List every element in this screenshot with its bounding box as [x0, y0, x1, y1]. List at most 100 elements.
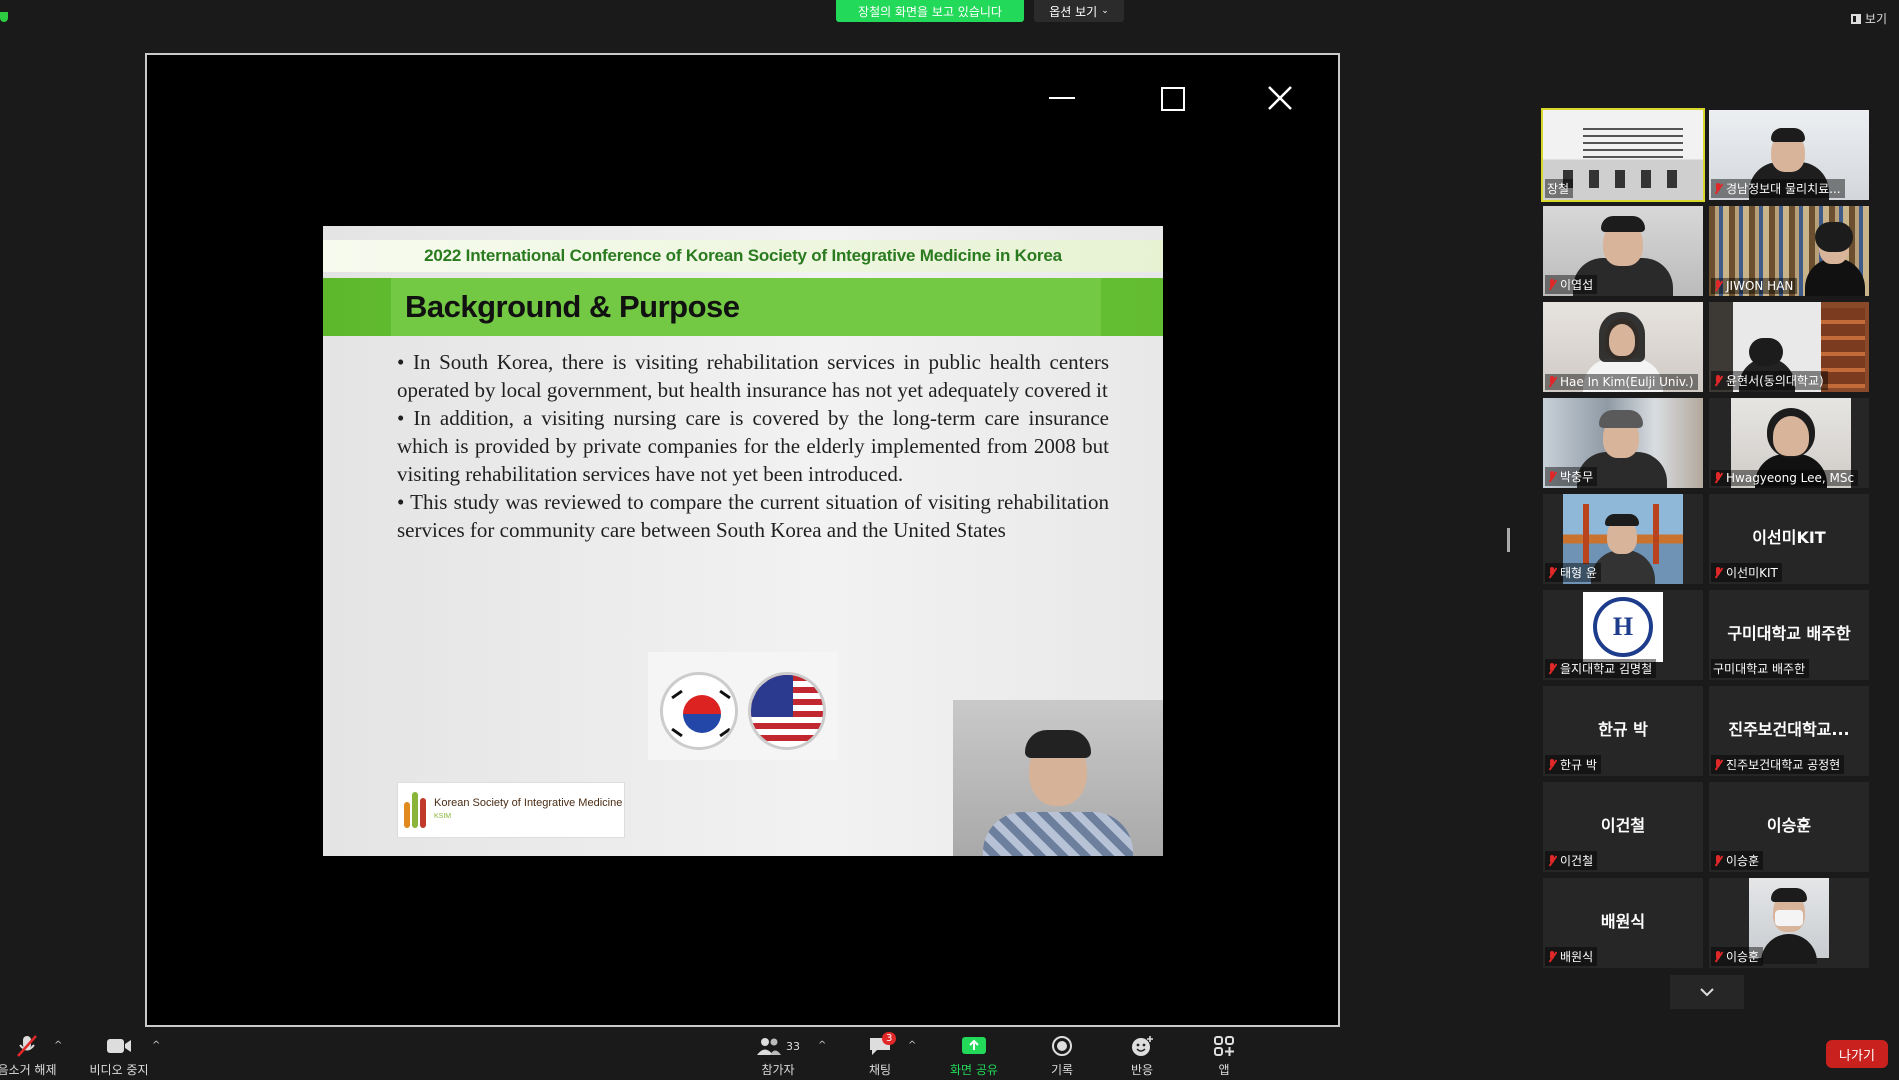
participant-display-name: 배원식	[1600, 912, 1646, 931]
view-button[interactable]: 보기	[1850, 10, 1887, 27]
share-screen-label: 화면 공유	[950, 1063, 998, 1077]
participant-tile[interactable]: 이선미KIT 이선미KIT	[1709, 494, 1869, 584]
participant-name: 경남정보대 물리치료...	[1726, 182, 1841, 196]
record-label: 기록	[1050, 1063, 1074, 1077]
mic-muted-icon	[1547, 854, 1557, 867]
meeting-toolbar: 음소거 해제 ^ 비디오 중지 ^ 33 참가자 ^ 3 채팅 ^ 화면 공유 …	[0, 1030, 1899, 1080]
view-options-label: 옵션 보기	[1049, 4, 1098, 19]
viewing-screen-banner: 장철의 화면을 보고 있습니다	[836, 0, 1024, 22]
participant-tile[interactable]: 박충무	[1543, 398, 1703, 488]
record-icon	[1052, 1036, 1072, 1056]
participant-tile[interactable]: 한규 박 한규 박	[1543, 686, 1703, 776]
mic-muted-icon	[1547, 278, 1557, 291]
participant-name: Hwagyeong Lee, MSc	[1726, 471, 1855, 485]
mic-muted-icon	[1713, 280, 1723, 292]
conference-title: 2022 International Conference of Korean …	[323, 240, 1163, 272]
mic-muted-icon	[1713, 374, 1723, 387]
korea-flag-icon	[660, 672, 738, 750]
mic-muted-icon	[1713, 472, 1723, 484]
participant-tile[interactable]: 이승훈 이승훈	[1709, 782, 1869, 872]
participant-name: 이엽섭	[1560, 278, 1594, 292]
gallery-scroll-down-button[interactable]	[1670, 975, 1744, 1009]
reactions-button[interactable]: 반응	[1122, 1030, 1162, 1080]
leave-meeting-button[interactable]: 나가기	[1826, 1040, 1888, 1068]
chat-label: 채팅	[868, 1063, 892, 1077]
participant-tile[interactable]: 이엽섭	[1543, 206, 1703, 296]
participant-name: 이건철	[1560, 854, 1594, 868]
chevron-down-icon	[1700, 988, 1714, 997]
mic-muted-icon	[1547, 566, 1557, 579]
ksim-logo-subtext: KSIM	[434, 813, 452, 820]
participant-name: 구미대학교 배주한	[1713, 662, 1806, 676]
participant-tile[interactable]: 구미대학교 배주한 구미대학교 배주한	[1709, 590, 1869, 680]
unmute-label: 음소거 해제	[0, 1063, 57, 1077]
participant-tile[interactable]: Hae In Kim(Eulji Univ.)	[1543, 302, 1703, 392]
stop-video-button[interactable]: 비디오 중지	[84, 1030, 154, 1080]
video-camera-icon	[107, 1039, 131, 1053]
mic-muted-icon	[1713, 854, 1723, 867]
participant-display-name: 진주보건대학교...	[1728, 720, 1850, 739]
eulji-university-logo: H	[1583, 592, 1663, 662]
reactions-label: 반응	[1130, 1063, 1154, 1077]
flags-image	[648, 652, 838, 760]
audio-options-caret[interactable]: ^	[54, 1040, 62, 1051]
participant-tile[interactable]: Hwagyeong Lee, MSc	[1709, 398, 1869, 488]
participant-name: 이승훈	[1726, 854, 1760, 868]
maximize-icon	[1157, 83, 1187, 113]
participant-name: 윤현서(동의대학교)	[1726, 374, 1824, 388]
slide-bullet: • In addition, a visiting nursing care i…	[397, 406, 1109, 486]
security-shield-icon[interactable]	[0, 12, 8, 22]
participant-name: 이승훈	[1726, 950, 1760, 964]
slide-bullet: • In South Korea, there is visiting reha…	[397, 350, 1109, 402]
participant-name: 진주보건대학교 공정현	[1726, 758, 1841, 772]
chat-unread-badge: 3	[882, 1032, 897, 1045]
participant-display-name: 한규 박	[1598, 720, 1648, 739]
participant-tile[interactable]: 태형 윤	[1543, 494, 1703, 584]
mic-muted-icon	[1547, 470, 1557, 483]
participants-icon	[757, 1038, 781, 1055]
participant-name: 장철	[1547, 182, 1570, 196]
participants-count: 33	[786, 1039, 800, 1053]
mic-muted-icon	[1713, 566, 1723, 579]
chat-options-caret[interactable]: ^	[908, 1040, 916, 1051]
presenter-video-overlay	[953, 700, 1163, 856]
participant-tile[interactable]: 이승훈	[1709, 878, 1869, 968]
chat-button[interactable]: 3 채팅	[860, 1030, 900, 1080]
participant-tile[interactable]: 윤현서(동의대학교)	[1709, 302, 1869, 392]
participant-tile[interactable]: 장철	[1541, 108, 1705, 202]
close-icon	[1265, 83, 1295, 113]
mic-muted-icon	[1713, 182, 1723, 195]
participant-tile[interactable]: H 을지대학교 김명철	[1543, 590, 1703, 680]
participants-button[interactable]: 33 참가자	[748, 1030, 808, 1080]
participant-tile[interactable]: 배원식 배원식	[1543, 878, 1703, 968]
mic-muted-icon	[1713, 950, 1723, 963]
participant-name: 배원식	[1560, 950, 1594, 964]
participant-name: 박충무	[1560, 470, 1594, 484]
participant-name: 이선미KIT	[1726, 566, 1778, 580]
participant-tile[interactable]: 경남정보대 물리치료...	[1709, 110, 1869, 200]
participant-tile[interactable]: JIWON HAN	[1709, 206, 1869, 296]
participant-tile[interactable]: 이건철 이건철	[1543, 782, 1703, 872]
participant-name: 태형 윤	[1560, 566, 1597, 580]
panel-resize-handle[interactable]	[1507, 528, 1510, 552]
unmute-button[interactable]: 음소거 해제	[0, 1030, 58, 1080]
ksim-mark-icon	[404, 792, 430, 828]
share-screen-button[interactable]: 화면 공유	[942, 1030, 1006, 1080]
record-button[interactable]: 기록	[1042, 1030, 1082, 1080]
mic-muted-icon	[17, 1035, 37, 1057]
slide-body: • In South Korea, there is visiting reha…	[397, 348, 1109, 544]
slide-heading: Background & Purpose	[391, 278, 1101, 336]
participant-display-name: 이선미KIT	[1752, 528, 1826, 547]
participant-tile[interactable]: 진주보건대학교... 진주보건대학교 공정현	[1709, 686, 1869, 776]
mic-muted-icon	[1547, 376, 1557, 388]
minimize-icon	[1047, 83, 1077, 113]
apps-icon	[1214, 1036, 1234, 1056]
chevron-down-icon: ⌄	[1101, 6, 1109, 16]
mic-muted-icon	[1547, 950, 1557, 963]
video-options-caret[interactable]: ^	[152, 1040, 160, 1051]
mic-muted-icon	[1547, 662, 1557, 675]
ksim-logo: Korean Society of Integrative Medicine K…	[397, 782, 625, 838]
view-options-button[interactable]: 옵션 보기 ⌄	[1034, 0, 1124, 22]
apps-button[interactable]: 앱	[1204, 1030, 1244, 1080]
participants-options-caret[interactable]: ^	[818, 1040, 826, 1051]
